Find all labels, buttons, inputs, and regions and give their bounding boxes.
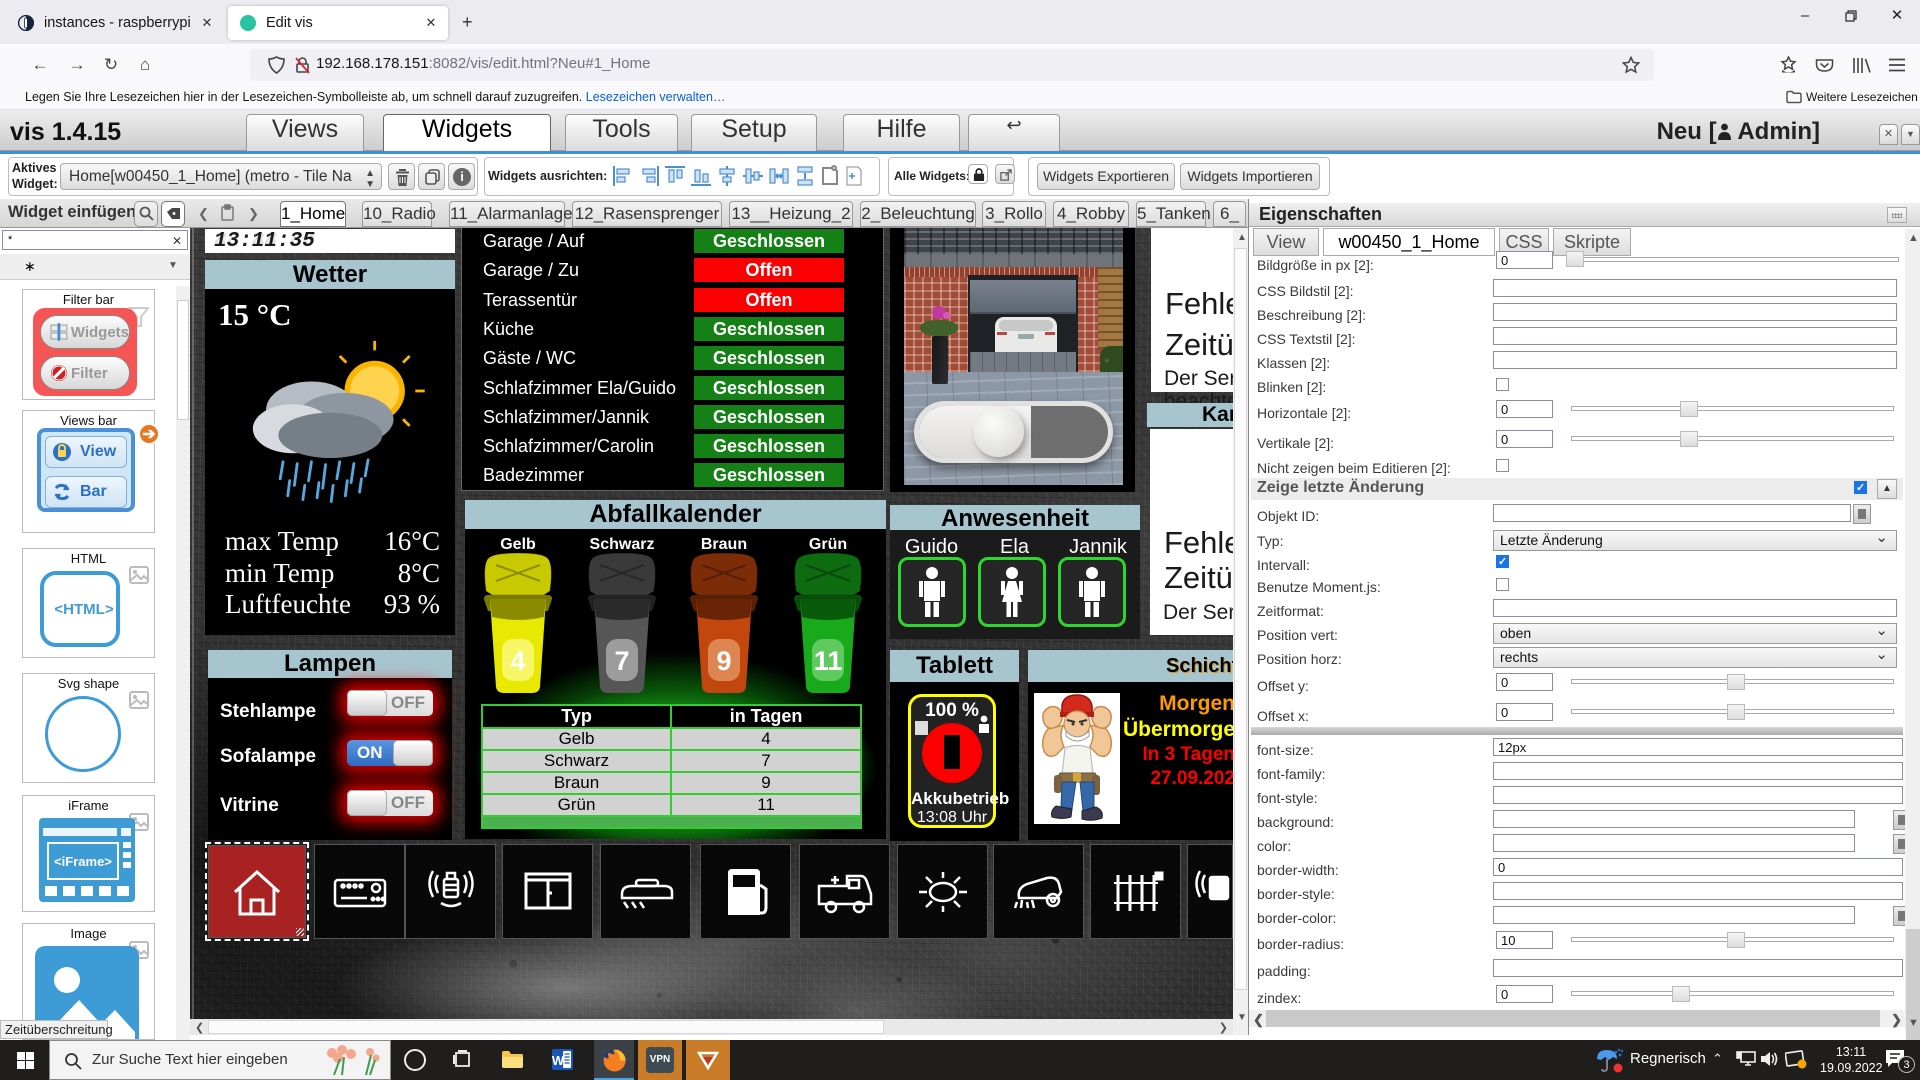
svg-text:7: 7 [614,646,629,676]
svg-text:W: W [552,1053,565,1068]
svg-text:<iFrame>: <iFrame> [54,854,112,869]
svg-text:11: 11 [814,646,843,676]
svg-text:4: 4 [510,646,525,676]
svg-text:9: 9 [716,646,731,676]
